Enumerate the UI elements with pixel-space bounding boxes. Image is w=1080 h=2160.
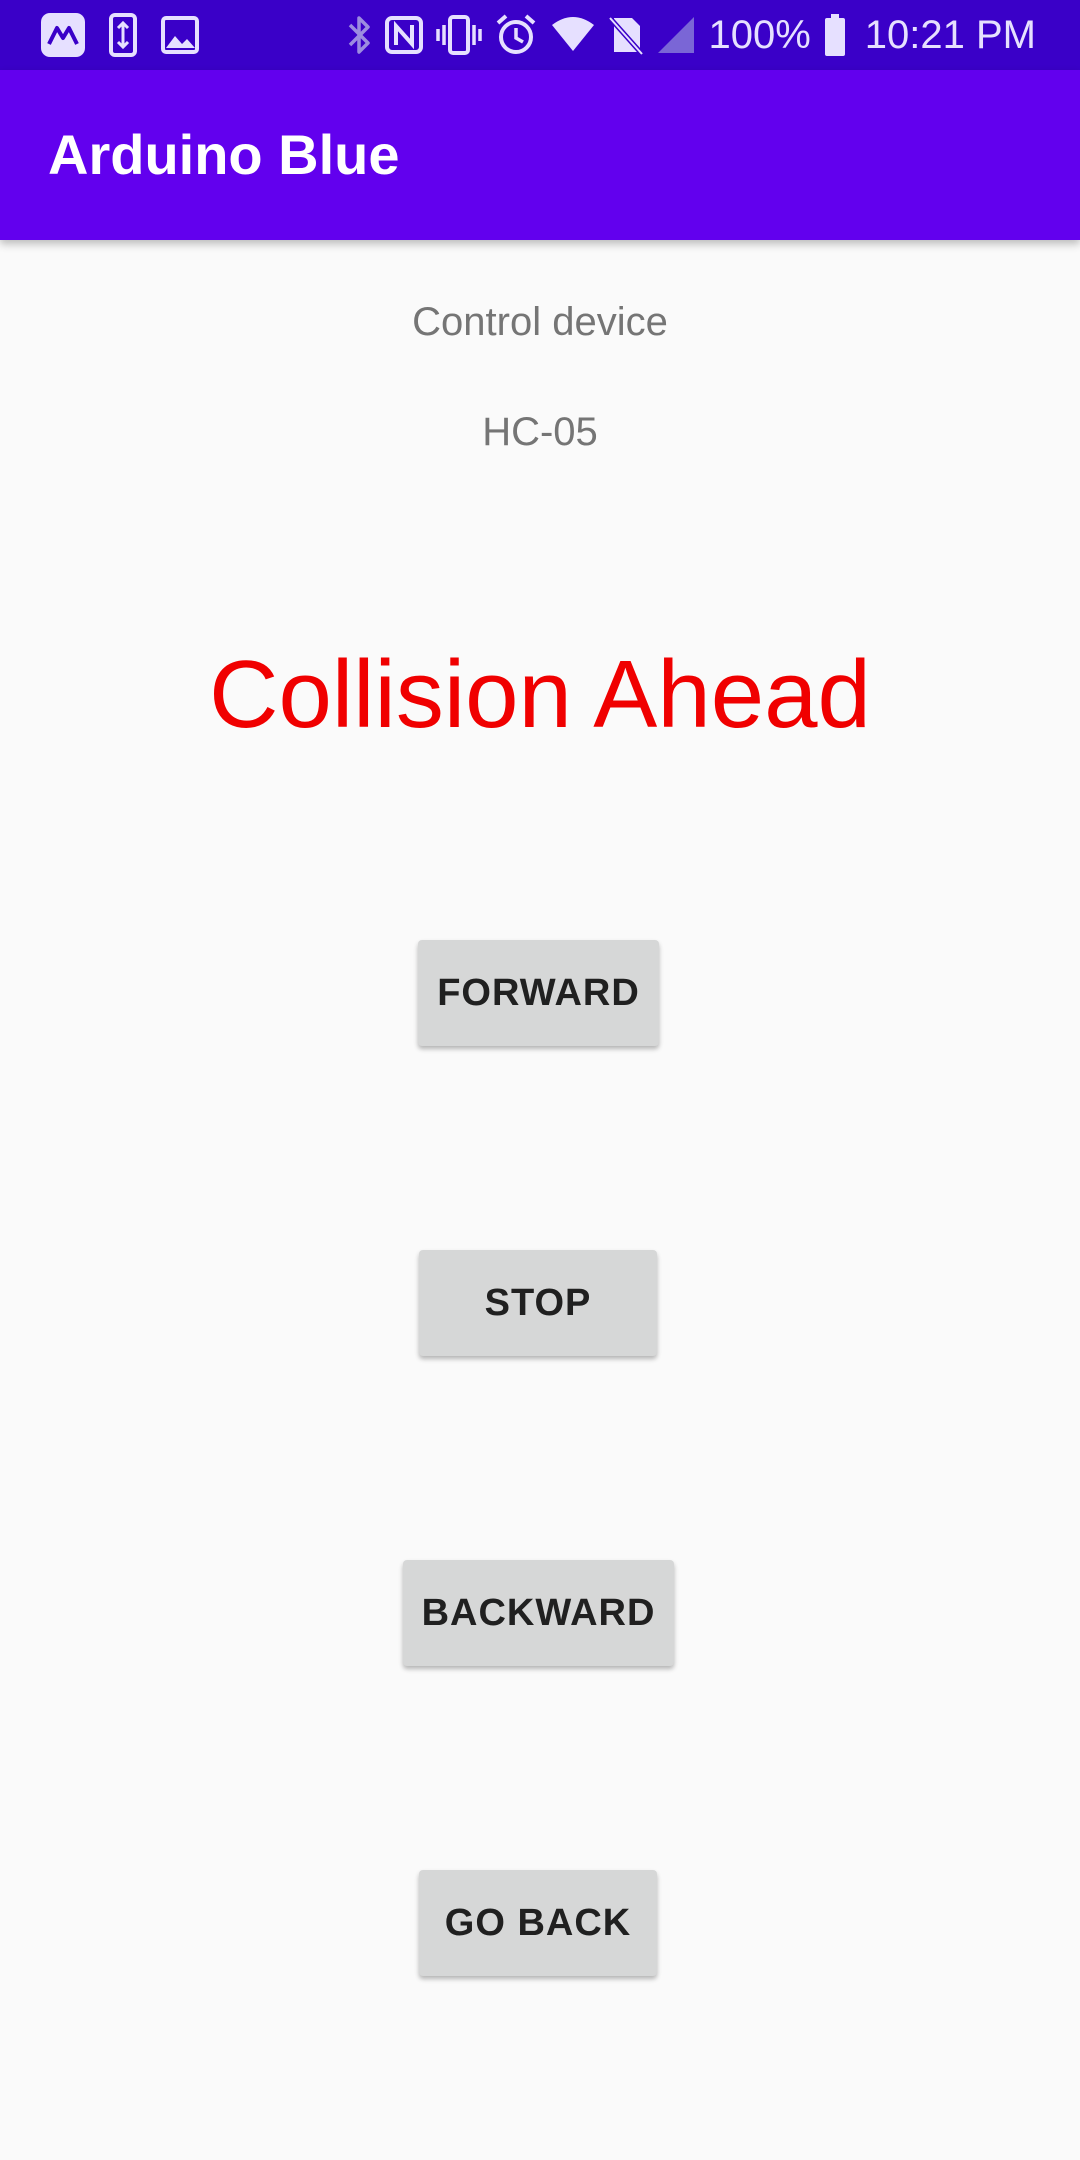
phone-transfer-icon: [108, 12, 138, 58]
battery-percentage: 100%: [708, 13, 811, 57]
status-bar: 100% 10:21 PM: [0, 0, 1080, 70]
backward-button[interactable]: BACKWARD: [403, 1560, 674, 1666]
gallery-icon: [160, 15, 200, 55]
signal-icon: [656, 15, 696, 55]
no-sim-icon: [608, 14, 645, 56]
status-left-icons: [40, 12, 200, 58]
battery-icon: [823, 13, 847, 57]
bluetooth-icon: [346, 13, 372, 57]
main-content: Control device HC-05 Collision Ahead FOR…: [0, 240, 1080, 2160]
alarm-icon: [494, 13, 538, 57]
wifi-icon: [550, 15, 596, 55]
collision-warning: Collision Ahead: [209, 641, 871, 748]
status-time: 10:21 PM: [864, 13, 1036, 57]
app-notification-icon: [40, 12, 86, 58]
app-bar: Arduino Blue: [0, 70, 1080, 240]
go-back-button[interactable]: GO BACK: [419, 1870, 657, 1976]
forward-button[interactable]: FORWARD: [418, 940, 659, 1046]
device-name: HC-05: [482, 410, 598, 454]
screen: 100% 10:21 PM Arduino Blue Control devic…: [0, 0, 1080, 2160]
stop-button[interactable]: STOP: [419, 1250, 657, 1356]
nfc-icon: [384, 15, 424, 55]
control-device-label: Control device: [412, 300, 668, 344]
vibrate-icon: [436, 13, 483, 57]
status-right-icons: 100% 10:21 PM: [346, 0, 1036, 70]
app-title: Arduino Blue: [48, 123, 400, 186]
